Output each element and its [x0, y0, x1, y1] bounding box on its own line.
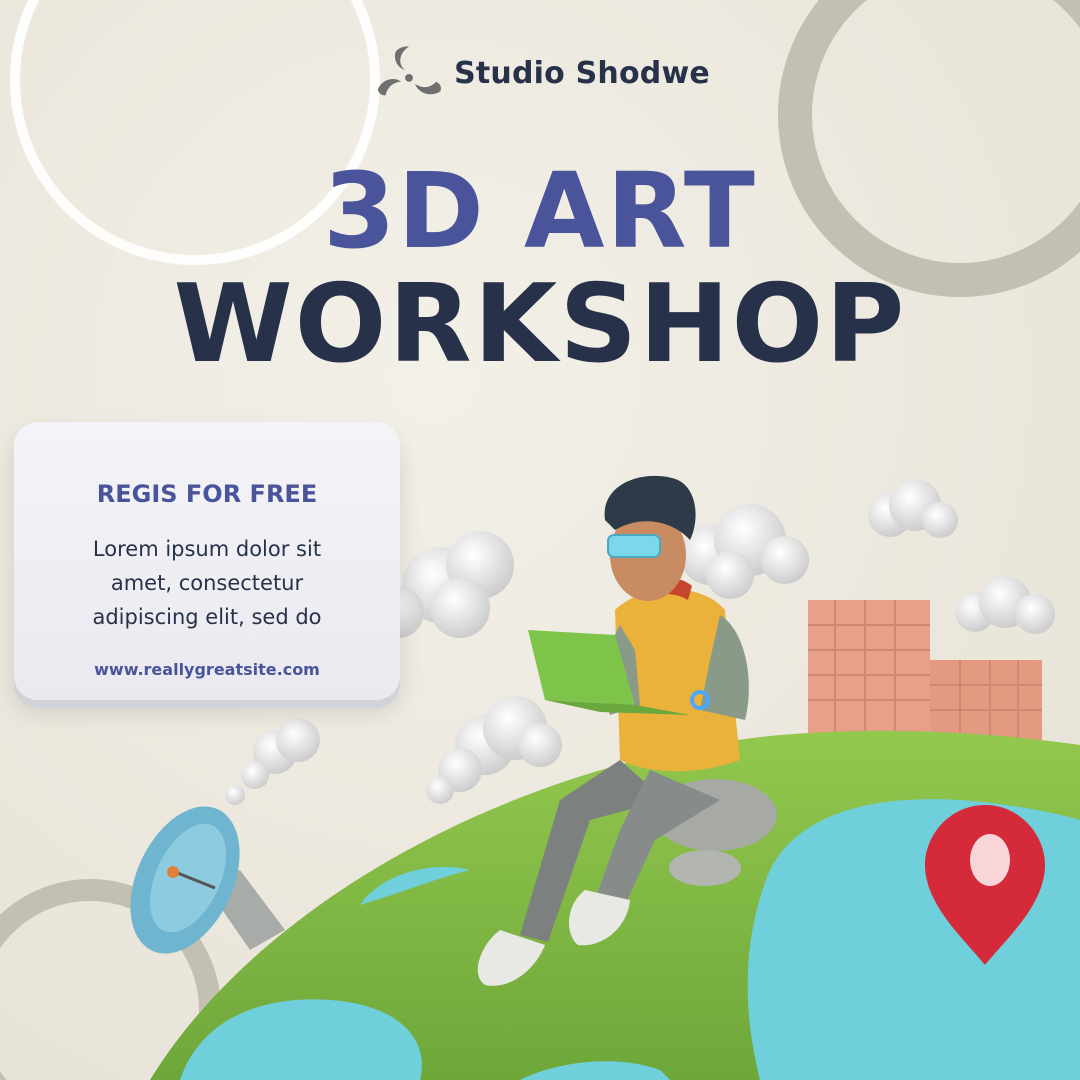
cloud-icon — [955, 576, 1055, 634]
cloud-icon — [426, 696, 562, 804]
brand-header: Studio Shodwe — [0, 38, 1080, 108]
swirl-logo-icon — [377, 46, 442, 96]
cloud-icon — [680, 504, 809, 599]
brand-name: Studio Shodwe — [454, 55, 710, 91]
workshop-poster: Studio Shodwe 3D ART WORKSHOP REGIS FOR … — [0, 0, 1080, 1080]
registration-card: REGIS FOR FREE Lorem ipsum dolor sit ame… — [14, 422, 400, 700]
cloud-icon — [868, 479, 958, 538]
cloud-icon — [225, 718, 320, 805]
headline-line-2: WORKSHOP — [173, 262, 907, 387]
rock-small — [669, 850, 741, 886]
card-heading: REGIS FOR FREE — [96, 480, 318, 508]
headline-line-1: 3D ART — [323, 150, 757, 272]
card-body-text: Lorem ipsum dolor sit amet, consectetur … — [92, 537, 322, 629]
website-link[interactable]: www.reallygreatsite.com — [14, 660, 400, 679]
